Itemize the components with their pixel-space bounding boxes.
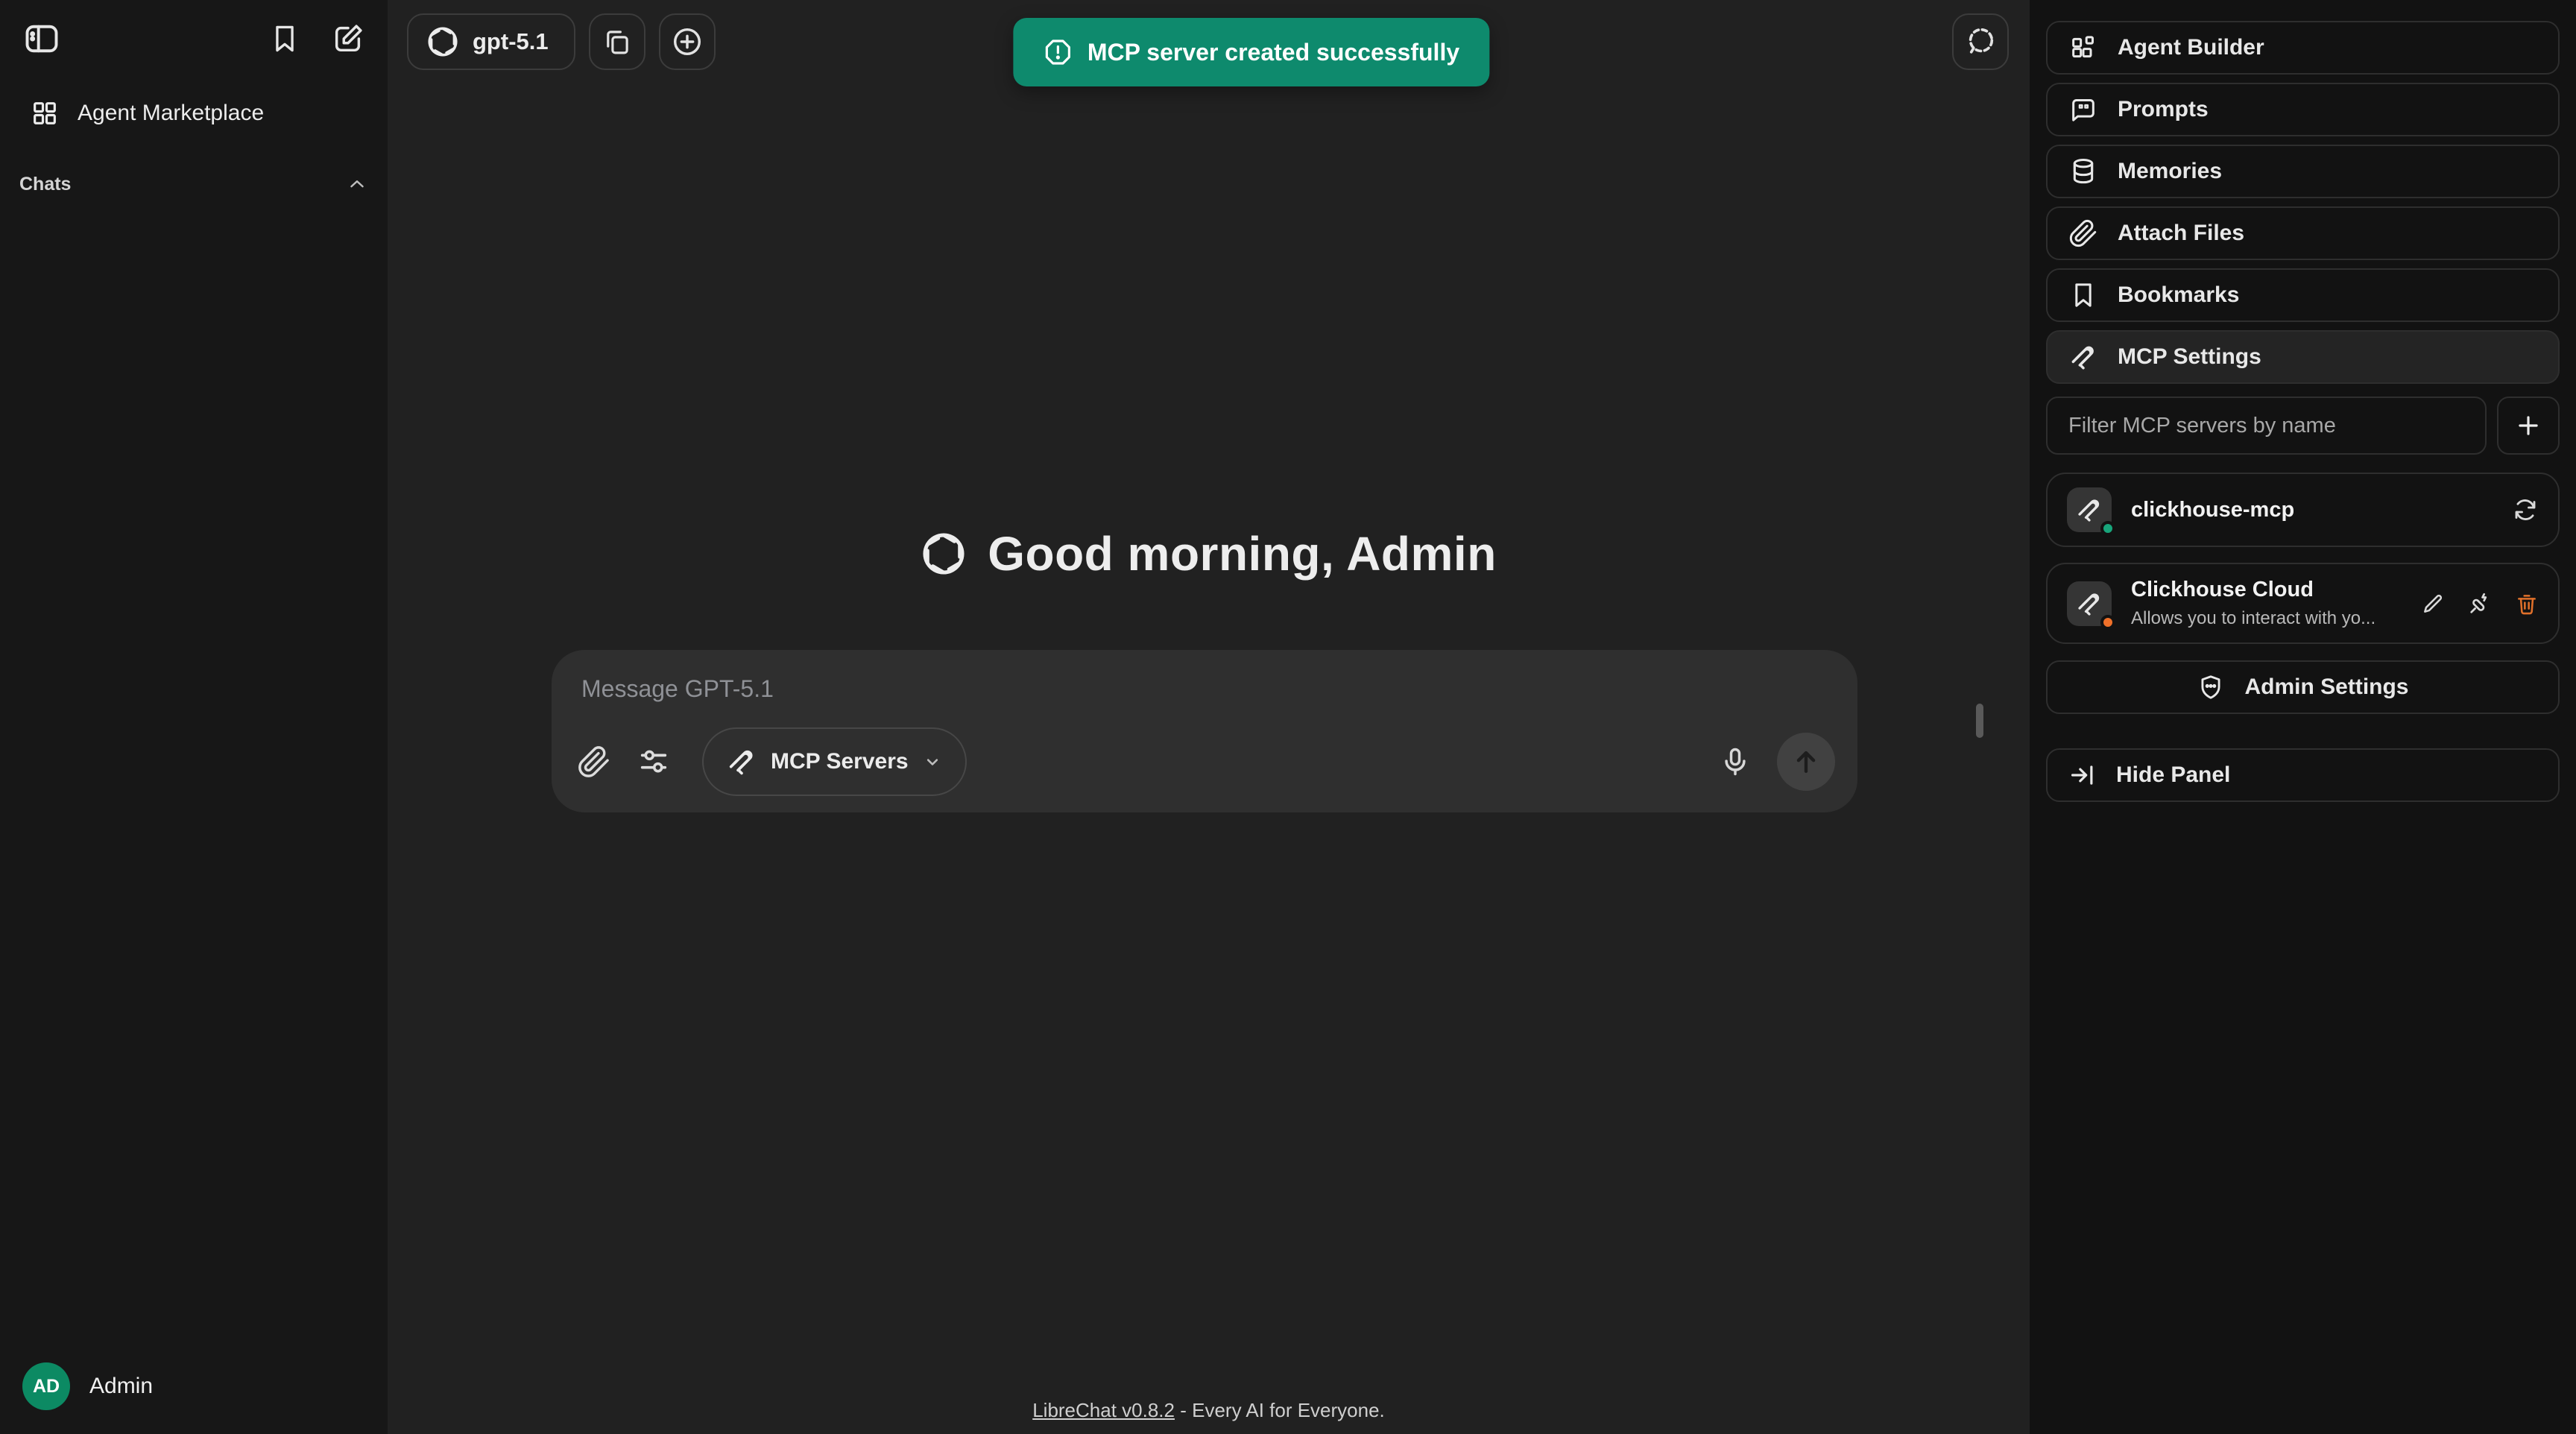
temporary-chat-icon	[1963, 25, 1998, 59]
mcp-filter-row	[2046, 397, 2560, 455]
plug-zap-icon	[2467, 591, 2493, 616]
mcp-filter-input[interactable]	[2046, 397, 2487, 455]
plus-circle-icon	[670, 25, 704, 59]
nav-label: Prompts	[2118, 97, 2209, 122]
sidebar-item-agent-marketplace[interactable]: Agent Marketplace	[10, 88, 377, 139]
mcp-server-row-clickhouse-mcp[interactable]: clickhouse-mcp	[2046, 473, 2560, 547]
send-button[interactable]	[1777, 733, 1835, 791]
user-name: Admin	[89, 1374, 153, 1399]
chat-settings-button[interactable]	[637, 745, 671, 779]
openai-logo-icon	[426, 25, 459, 58]
mcp-server-row-clickhouse-cloud[interactable]: Clickhouse Cloud Allows you to interact …	[2046, 563, 2560, 644]
delete-server-button[interactable]	[2515, 592, 2539, 616]
paperclip-icon	[577, 745, 611, 779]
trash-icon	[2515, 592, 2539, 616]
nav-mcp-settings[interactable]: MCP Settings	[2046, 330, 2560, 384]
mcp-server-tile	[2067, 581, 2112, 626]
toast-notification[interactable]: MCP server created successfully	[1013, 18, 1489, 86]
chevron-up-icon	[346, 173, 368, 195]
composer: MCP Servers	[552, 650, 1857, 812]
shield-icon	[2197, 673, 2225, 701]
nav-label: Agent Builder	[2118, 35, 2264, 60]
server-description: Allows you to interact with yo...	[2131, 608, 2408, 629]
greeting: Good morning, Admin	[388, 526, 2030, 581]
agent-builder-icon	[2068, 33, 2098, 63]
connect-server-button[interactable]	[2467, 591, 2493, 616]
edit-server-button[interactable]	[2421, 592, 2445, 616]
nav-label: MCP Settings	[2118, 344, 2261, 370]
right-side-panel: Agent Builder Prompts Memories A	[2030, 0, 2576, 1434]
bookmarks-button[interactable]	[268, 22, 301, 55]
nav-memories[interactable]: Memories	[2046, 145, 2560, 198]
toggle-sidebar-button[interactable]	[22, 19, 61, 58]
mcp-servers-dropdown[interactable]: MCP Servers	[702, 727, 967, 796]
grid-icon	[30, 98, 60, 128]
avatar-initials: AD	[33, 1376, 60, 1397]
greeting-text: Good morning, Admin	[988, 526, 1497, 581]
footer-tagline: - Every AI for Everyone.	[1180, 1399, 1385, 1421]
refresh-server-button[interactable]	[2512, 496, 2539, 523]
nav-agent-builder[interactable]: Agent Builder	[2046, 21, 2560, 75]
microphone-icon	[1719, 745, 1752, 778]
scrollbar-thumb[interactable]	[1976, 704, 1983, 738]
arrow-up-icon	[1790, 745, 1822, 778]
paperclip-icon	[2068, 218, 2098, 248]
copy-icon	[602, 26, 633, 57]
prompts-icon	[2068, 95, 2098, 124]
mcp-server-tile	[2067, 487, 2112, 532]
voice-input-button[interactable]	[1719, 745, 1752, 778]
nav-prompts[interactable]: Prompts	[2046, 83, 2560, 136]
arrow-right-to-line-icon	[2068, 761, 2097, 789]
bookmark-icon	[2068, 280, 2098, 310]
temporary-chat-button[interactable]	[1952, 13, 2009, 70]
add-mcp-server-button[interactable]	[2497, 397, 2560, 455]
new-chat-button[interactable]	[331, 22, 365, 56]
message-input[interactable]	[581, 675, 1828, 703]
duplicate-conversation-button[interactable]	[589, 13, 645, 70]
nav-label: Memories	[2118, 159, 2222, 184]
refresh-icon	[2512, 496, 2539, 523]
version-link[interactable]: LibreChat v0.8.2	[1032, 1399, 1175, 1421]
model-selector-button[interactable]: gpt-5.1	[407, 13, 575, 70]
sidebar-item-label: Agent Marketplace	[78, 101, 264, 126]
chats-section-header[interactable]: Chats	[19, 173, 368, 195]
main-topbar: gpt-5.1	[407, 13, 716, 70]
add-multi-conversation-button[interactable]	[659, 13, 716, 70]
chats-header-label: Chats	[19, 174, 71, 195]
nav-label: Attach Files	[2118, 221, 2244, 246]
alert-octagon-icon	[1043, 37, 1073, 67]
mcp-icon	[2068, 342, 2098, 372]
database-icon	[2068, 157, 2098, 186]
sliders-icon	[637, 745, 671, 779]
nav-label: Bookmarks	[2118, 282, 2239, 308]
model-name: gpt-5.1	[473, 28, 549, 55]
nav-attach-files[interactable]: Attach Files	[2046, 206, 2560, 260]
attach-file-button[interactable]	[577, 745, 611, 779]
panel-toggle-icon	[22, 19, 61, 58]
new-chat-icon	[331, 22, 365, 56]
pencil-icon	[2421, 592, 2445, 616]
mcp-icon	[726, 746, 757, 777]
openai-logo-icon	[921, 531, 967, 577]
avatar: AD	[22, 1362, 70, 1410]
hide-panel-button[interactable]: Hide Panel	[2046, 748, 2560, 802]
hide-panel-label: Hide Panel	[2116, 762, 2230, 788]
server-name: Clickhouse Cloud	[2131, 578, 2408, 602]
toast-message: MCP server created successfully	[1087, 39, 1459, 66]
user-menu[interactable]: AD Admin	[0, 1348, 388, 1434]
footer: LibreChat v0.8.2 - Every AI for Everyone…	[388, 1399, 2030, 1422]
admin-settings-label: Admin Settings	[2244, 675, 2408, 700]
status-dot-attention	[2100, 615, 2115, 630]
chat-main-area: gpt-5.1 MCP server create	[388, 0, 2030, 1434]
nav-bookmarks[interactable]: Bookmarks	[2046, 268, 2560, 322]
status-dot-connected	[2100, 521, 2115, 536]
mcp-servers-label: MCP Servers	[771, 749, 909, 774]
server-name: clickhouse-mcp	[2131, 498, 2498, 522]
bookmark-icon	[268, 22, 301, 55]
plus-icon	[2514, 411, 2542, 440]
admin-settings-button[interactable]: Admin Settings	[2046, 660, 2560, 714]
chevron-down-icon	[922, 751, 943, 772]
left-sidebar: Agent Marketplace Chats AD Admin	[0, 0, 388, 1434]
